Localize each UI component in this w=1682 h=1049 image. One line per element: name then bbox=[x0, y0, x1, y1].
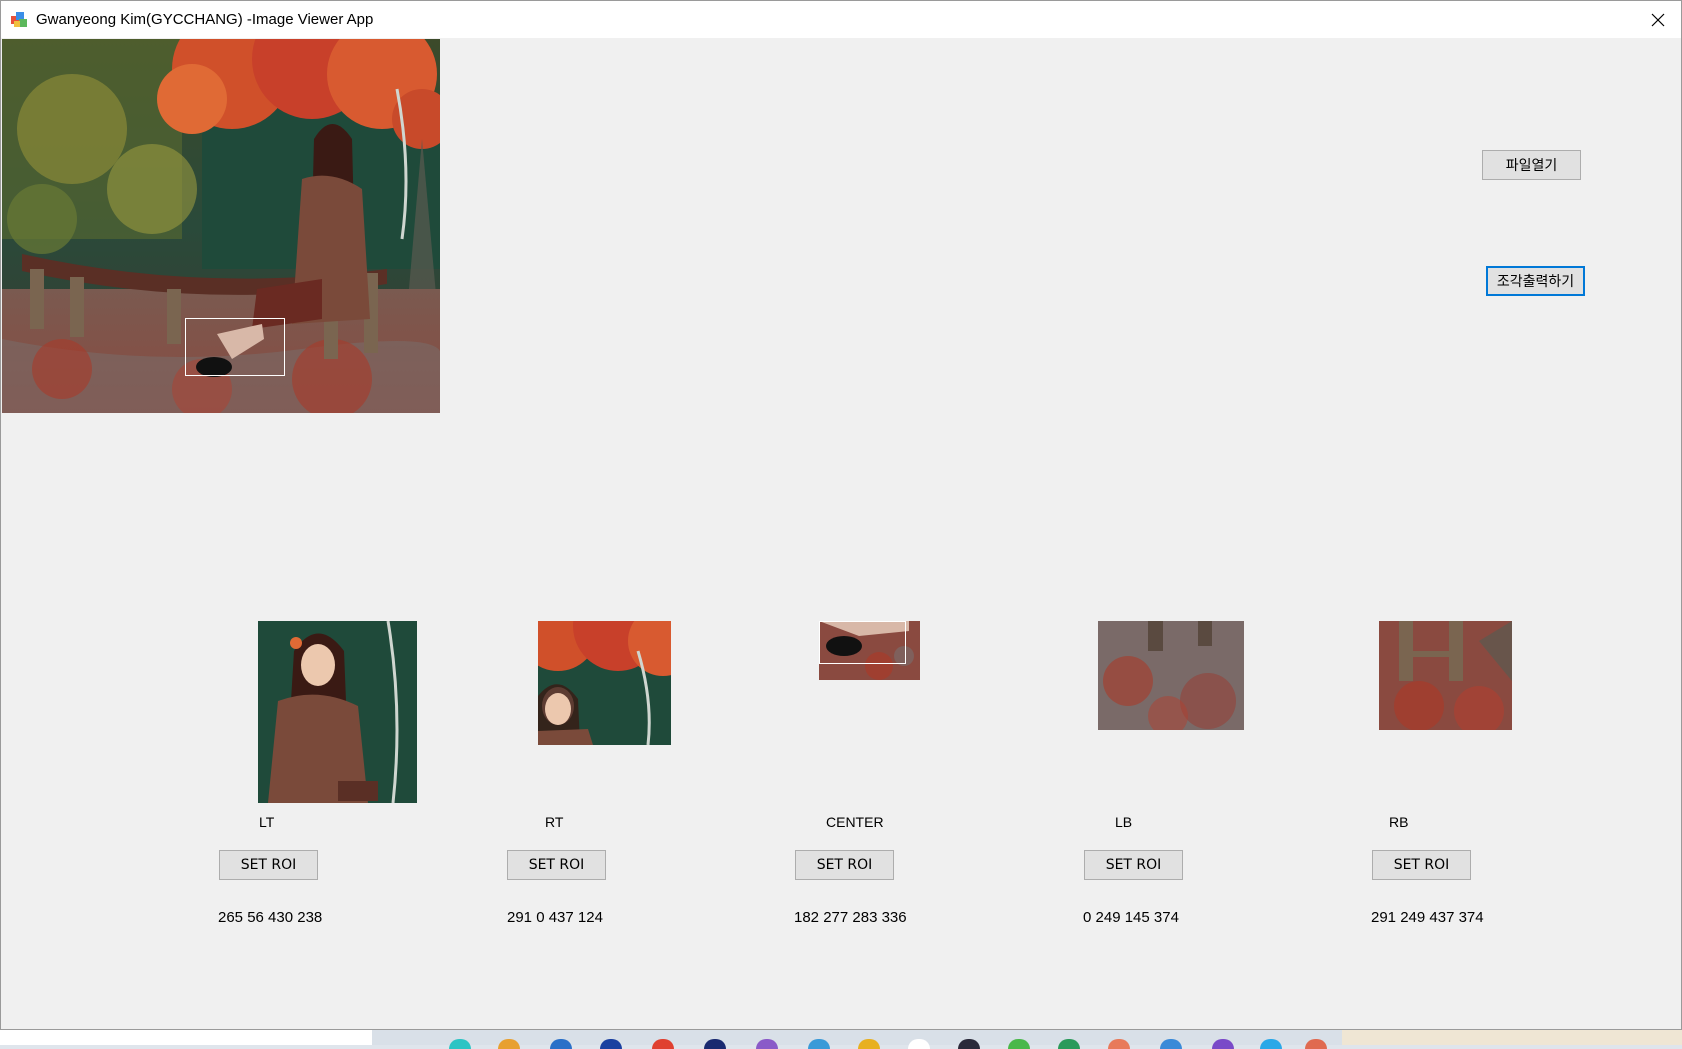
piece-coords-rt: 291 0 437 124 bbox=[507, 909, 603, 926]
piece-image-center bbox=[819, 621, 920, 680]
piece-image-rt bbox=[538, 621, 671, 745]
set-roi-button-lb[interactable]: SET ROI bbox=[1084, 850, 1183, 880]
taskbar-app-icon[interactable] bbox=[1008, 1039, 1030, 1049]
taskbar-app-icon[interactable] bbox=[652, 1039, 674, 1049]
open-file-button[interactable]: 파일열기 bbox=[1482, 150, 1581, 180]
taskbar-app-icon[interactable] bbox=[858, 1039, 880, 1049]
taskbar bbox=[0, 1030, 1682, 1049]
set-roi-button-rb[interactable]: SET ROI bbox=[1372, 850, 1471, 880]
taskbar-app-icon[interactable] bbox=[908, 1039, 930, 1049]
piece-image-rb bbox=[1379, 621, 1512, 730]
window-title: Gwanyeong Kim(GYCCHANG) -Image Viewer Ap… bbox=[36, 11, 374, 28]
taskbar-search-area[interactable] bbox=[0, 1030, 372, 1045]
piece-label-lb: LB bbox=[1115, 814, 1133, 830]
piece-coords-lb: 0 249 145 374 bbox=[1083, 909, 1179, 926]
main-image bbox=[2, 39, 440, 413]
taskbar-app-icon[interactable] bbox=[958, 1039, 980, 1049]
close-button[interactable] bbox=[1635, 1, 1681, 38]
piece-label-center: CENTER bbox=[826, 814, 884, 830]
taskbar-app-icon[interactable] bbox=[1305, 1039, 1327, 1049]
output-pieces-button[interactable]: 조각출력하기 bbox=[1486, 266, 1585, 296]
taskbar-app-icon[interactable] bbox=[1260, 1039, 1282, 1049]
set-roi-button-lt[interactable]: SET ROI bbox=[219, 850, 318, 880]
set-roi-button-rt[interactable]: SET ROI bbox=[507, 850, 606, 880]
taskbar-app-icon[interactable] bbox=[449, 1039, 471, 1049]
taskbar-app-icon[interactable] bbox=[808, 1039, 830, 1049]
title-bar[interactable]: Gwanyeong Kim(GYCCHANG) -Image Viewer Ap… bbox=[1, 1, 1681, 38]
system-tray[interactable] bbox=[1342, 1030, 1682, 1045]
taskbar-app-icon[interactable] bbox=[704, 1039, 726, 1049]
set-roi-button-center[interactable]: SET ROI bbox=[795, 850, 894, 880]
piece-image-lt bbox=[258, 621, 417, 803]
roi-rectangle[interactable] bbox=[185, 318, 285, 376]
app-icon bbox=[10, 10, 29, 29]
piece-coords-rb: 291 249 437 374 bbox=[1371, 909, 1484, 926]
piece-label-rb: RB bbox=[1389, 814, 1409, 830]
piece-coords-lt: 265 56 430 238 bbox=[218, 909, 323, 926]
piece-image-lb bbox=[1098, 621, 1244, 730]
client-area: 파일열기 조각출력하기 LT SET ROI 265 56 430 238 RT… bbox=[1, 38, 1681, 1029]
piece-label-lt: LT bbox=[259, 814, 275, 830]
taskbar-app-icon[interactable] bbox=[1108, 1039, 1130, 1049]
taskbar-app-icon[interactable] bbox=[600, 1039, 622, 1049]
taskbar-app-icon[interactable] bbox=[550, 1039, 572, 1049]
piece-label-rt: RT bbox=[545, 814, 564, 830]
taskbar-app-icon[interactable] bbox=[1212, 1039, 1234, 1049]
piece-coords-center: 182 277 283 336 bbox=[794, 909, 907, 926]
app-window: Gwanyeong Kim(GYCCHANG) -Image Viewer Ap… bbox=[0, 0, 1682, 1030]
taskbar-folder-icon[interactable] bbox=[498, 1039, 520, 1049]
taskbar-app-icon[interactable] bbox=[1160, 1039, 1182, 1049]
taskbar-app-icon[interactable] bbox=[1058, 1039, 1080, 1049]
close-icon bbox=[1651, 13, 1665, 26]
taskbar-app-icon[interactable] bbox=[756, 1039, 778, 1049]
